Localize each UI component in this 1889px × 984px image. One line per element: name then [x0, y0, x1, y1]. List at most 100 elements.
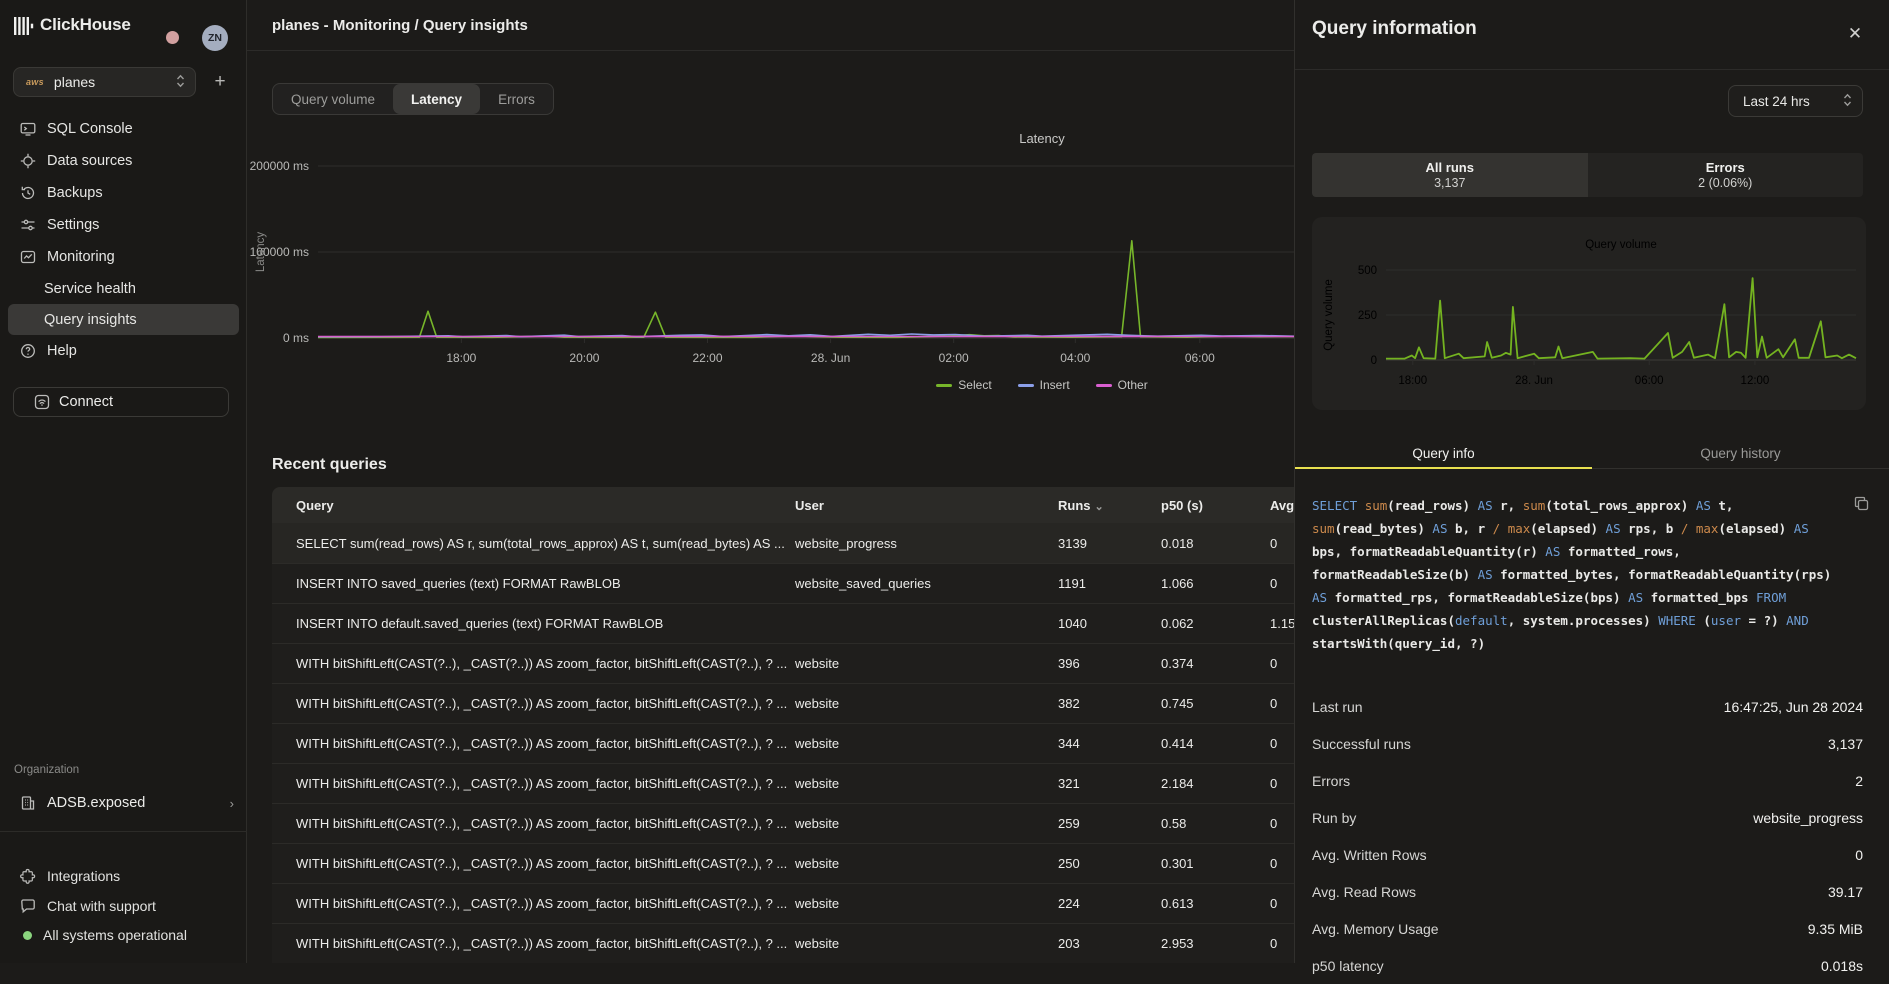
cell-query: WITH bitShiftLeft(CAST(?..), _CAST(?..))…	[296, 896, 795, 911]
tab-latency[interactable]: Latency	[393, 84, 480, 114]
summary-tab-errors[interactable]: Errors 2 (0.06%)	[1588, 153, 1864, 197]
sidebar-item-label: Help	[47, 343, 77, 359]
svg-text:500: 500	[1358, 265, 1377, 277]
clickhouse-logo-icon	[14, 17, 35, 40]
cell-runs: 396	[1058, 656, 1161, 671]
cell-query: WITH bitShiftLeft(CAST(?..), _CAST(?..))…	[296, 736, 795, 751]
detail-label: Avg. Read Rows	[1312, 884, 1416, 900]
sidebar-item-chat-support[interactable]: Chat with support	[0, 891, 247, 921]
sidebar-item-label: SQL Console	[47, 121, 133, 137]
legend-item-insert[interactable]: Insert	[1018, 378, 1070, 392]
connect-button[interactable]: Connect	[13, 387, 229, 417]
sidebar-item-service-health[interactable]: Service health	[0, 273, 247, 304]
detail-row: Avg. Read Rows 39.17	[1312, 873, 1863, 910]
detail-label: Successful runs	[1312, 736, 1411, 752]
cell-query: WITH bitShiftLeft(CAST(?..), _CAST(?..))…	[296, 816, 795, 831]
close-icon[interactable]: ✕	[1843, 22, 1867, 46]
chat-bubble-icon	[20, 898, 36, 914]
column-header-query: Query	[296, 498, 795, 513]
cell-runs: 224	[1058, 896, 1161, 911]
sidebar-item-integrations[interactable]: Integrations	[0, 861, 247, 891]
detail-value: 0	[1855, 847, 1863, 863]
detail-row: Avg. Written Rows0	[1312, 836, 1863, 873]
svg-text:06:00: 06:00	[1185, 351, 1215, 365]
cell-p50: 0.062	[1161, 616, 1270, 631]
svg-text:12:00: 12:00	[1741, 375, 1770, 387]
chart-tabs: Query volume Latency Errors	[272, 83, 554, 115]
svg-text:22:00: 22:00	[692, 351, 722, 365]
cell-runs: 321	[1058, 776, 1161, 791]
svg-text:28. Jun: 28. Jun	[1515, 375, 1553, 387]
sidebar-nav: SQL Console Data sources Backups Setting…	[0, 113, 247, 367]
sql-code: SELECT sum(read_rows) AS r, sum(total_ro…	[1312, 494, 1866, 655]
recent-queries-heading: Recent queries	[272, 456, 387, 474]
tab-query-volume[interactable]: Query volume	[273, 84, 393, 114]
sidebar-divider	[0, 831, 247, 832]
svg-text:Query volume: Query volume	[1323, 279, 1335, 351]
connect-label: Connect	[59, 394, 113, 410]
cell-user: website	[795, 656, 1058, 671]
copy-icon[interactable]	[1854, 496, 1869, 514]
cell-query: SELECT sum(read_rows) AS r, sum(total_ro…	[296, 536, 795, 551]
time-range-value: Last 24 hrs	[1743, 94, 1810, 109]
tab-query-history[interactable]: Query history	[1592, 437, 1889, 469]
svg-text:02:00: 02:00	[939, 351, 969, 365]
cell-user: website_saved_queries	[795, 576, 1058, 591]
add-service-button[interactable]: +	[206, 69, 234, 95]
sidebar-item-monitoring[interactable]: Monitoring	[0, 241, 247, 273]
help-icon	[20, 343, 36, 359]
summary-tab-label: Errors	[1706, 160, 1745, 175]
svg-text:18:00: 18:00	[446, 351, 476, 365]
backup-restore-icon	[20, 185, 36, 201]
cell-p50: 2.184	[1161, 776, 1270, 791]
cell-user: website	[795, 936, 1058, 951]
insert-series-swatch	[1018, 384, 1034, 387]
sidebar-item-settings[interactable]: Settings	[0, 209, 247, 241]
sidebar-item-sql-console[interactable]: SQL Console	[0, 113, 247, 145]
sidebar-item-system-status[interactable]: All systems operational	[0, 920, 247, 950]
cell-runs: 382	[1058, 696, 1161, 711]
avatar[interactable]: ZN	[202, 25, 228, 51]
logo-row: ClickHouse ZN	[0, 10, 247, 42]
column-header-runs[interactable]: Runs⌄	[1058, 498, 1161, 513]
legend-item-select[interactable]: Select	[936, 378, 991, 392]
legend-label: Select	[958, 378, 991, 392]
notification-dot[interactable]	[166, 31, 179, 44]
detail-value: 2	[1855, 773, 1863, 789]
cell-p50: 0.018	[1161, 536, 1270, 551]
svg-text:28. Jun: 28. Jun	[811, 351, 850, 365]
active-tab-underline	[1295, 467, 1592, 469]
detail-label: Avg. Memory Usage	[1312, 921, 1439, 937]
detail-value: 9.35 MiB	[1808, 921, 1863, 937]
sidebar-item-help[interactable]: Help	[0, 335, 247, 367]
summary-tab-all-runs[interactable]: All runs 3,137	[1312, 153, 1588, 197]
legend-item-other[interactable]: Other	[1096, 378, 1148, 392]
cell-user: website	[795, 776, 1058, 791]
query-information-panel: Query information ✕ Last 24 hrs All runs…	[1294, 0, 1889, 963]
detail-row: Errors2	[1312, 762, 1863, 799]
cell-p50: 0.745	[1161, 696, 1270, 711]
organization-item[interactable]: ADSB.exposed ›	[0, 788, 247, 818]
status-label: All systems operational	[43, 927, 187, 943]
svg-text:Query volume: Query volume	[1585, 239, 1657, 251]
cell-query: WITH bitShiftLeft(CAST(?..), _CAST(?..))…	[296, 656, 795, 671]
cell-p50: 1.066	[1161, 576, 1270, 591]
organization-label: Organization	[14, 764, 79, 776]
detail-value: 39.17	[1828, 884, 1863, 900]
tab-query-info[interactable]: Query info	[1295, 437, 1592, 469]
svg-text:Latency: Latency	[1019, 131, 1065, 146]
summary-tab-label: All runs	[1426, 160, 1474, 175]
service-selector[interactable]: aws planes	[13, 67, 196, 97]
panel-title: Query information	[1312, 18, 1477, 40]
summary-tab-value: 3,137	[1434, 176, 1465, 190]
time-range-select[interactable]: Last 24 hrs	[1728, 85, 1863, 117]
cell-p50: 2.953	[1161, 936, 1270, 951]
sidebar-item-data-sources[interactable]: Data sources	[0, 145, 247, 177]
status-ok-dot-icon	[23, 931, 32, 940]
sidebar-item-backups[interactable]: Backups	[0, 177, 247, 209]
connect-icon	[34, 394, 50, 410]
console-icon	[20, 121, 36, 137]
tab-errors[interactable]: Errors	[480, 84, 553, 114]
sidebar-item-query-insights[interactable]: Query insights	[8, 304, 239, 335]
detail-row: Last run16:47:25, Jun 28 2024	[1312, 688, 1863, 725]
